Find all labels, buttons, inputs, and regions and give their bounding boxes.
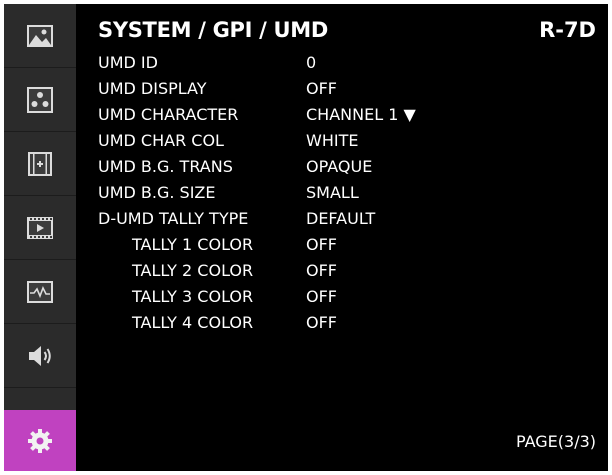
menu-row-umd-character[interactable]: UMD CHARACTER CHANNEL 1 ▼ [76,104,476,125]
color-dots-icon [27,86,53,113]
menu-row-umd-bg-trans[interactable]: UMD B.G. TRANS OPAQUE [76,156,476,177]
menu-label: TALLY 1 COLOR [132,235,254,254]
sidebar [4,4,76,471]
menu-value: OFF [306,235,337,254]
menu-label: D-UMD TALLY TYPE [98,209,249,228]
page-title: SYSTEM / GPI / UMD [98,18,329,42]
menu-label: TALLY 2 COLOR [132,261,254,280]
menu-label: UMD B.G. TRANS [98,157,233,176]
sidebar-item-audio[interactable] [4,324,76,388]
sidebar-item-waveform[interactable] [4,260,76,324]
page-indicator: PAGE(3/3) [515,432,596,451]
sidebar-item-marker[interactable] [4,132,76,196]
menu-value: OFF [306,261,337,280]
menu-row-umd-display[interactable]: UMD DISPLAY OFF [76,78,476,99]
main-panel: SYSTEM / GPI / UMD R-7D UMD ID 0 UMD DIS… [76,4,608,471]
menu-row-tally-2-color[interactable]: TALLY 2 COLOR OFF [76,260,476,281]
menu-label: UMD CHARACTER [98,105,239,124]
sidebar-item-system[interactable] [4,410,76,471]
picture-icon [27,24,53,47]
menu-value: DEFAULT [306,209,376,228]
sidebar-item-video[interactable] [4,196,76,260]
waveform-icon [27,280,53,303]
menu-row-d-umd-tally-type[interactable]: D-UMD TALLY TYPE DEFAULT [76,208,476,229]
menu-row-tally-4-color[interactable]: TALLY 4 COLOR OFF [76,312,476,333]
osd-window: SYSTEM / GPI / UMD R-7D UMD ID 0 UMD DIS… [4,4,608,471]
menu-label: UMD CHAR COL [98,131,224,150]
gear-icon [28,428,52,453]
menu-row-umd-id[interactable]: UMD ID 0 [76,52,476,73]
menu-value: 0 [306,53,317,72]
menu-value: WHITE [306,131,359,150]
marker-icon [28,151,52,176]
menu-label: TALLY 4 COLOR [132,313,254,332]
menu-row-umd-bg-size[interactable]: UMD B.G. SIZE SMALL [76,182,476,203]
speaker-icon [29,345,51,366]
menu-value: CHANNEL 1 ▼ [306,105,416,124]
menu-row-tally-1-color[interactable]: TALLY 1 COLOR OFF [76,234,476,255]
menu-value: OFF [306,79,337,98]
model-label: R-7D [539,18,596,42]
menu-row-umd-char-col[interactable]: UMD CHAR COL WHITE [76,130,476,151]
sidebar-item-picture[interactable] [4,4,76,68]
menu-label: TALLY 3 COLOR [132,287,254,306]
menu-label: UMD B.G. SIZE [98,183,216,202]
video-frame-icon [27,216,53,239]
menu-value: OPAQUE [306,157,373,176]
menu-label: UMD DISPLAY [98,79,207,98]
menu-value: OFF [306,287,337,306]
sidebar-item-color[interactable] [4,68,76,132]
menu-label: UMD ID [98,53,158,72]
menu-value: OFF [306,313,337,332]
menu-value: SMALL [306,183,359,202]
menu-row-tally-3-color[interactable]: TALLY 3 COLOR OFF [76,286,476,307]
